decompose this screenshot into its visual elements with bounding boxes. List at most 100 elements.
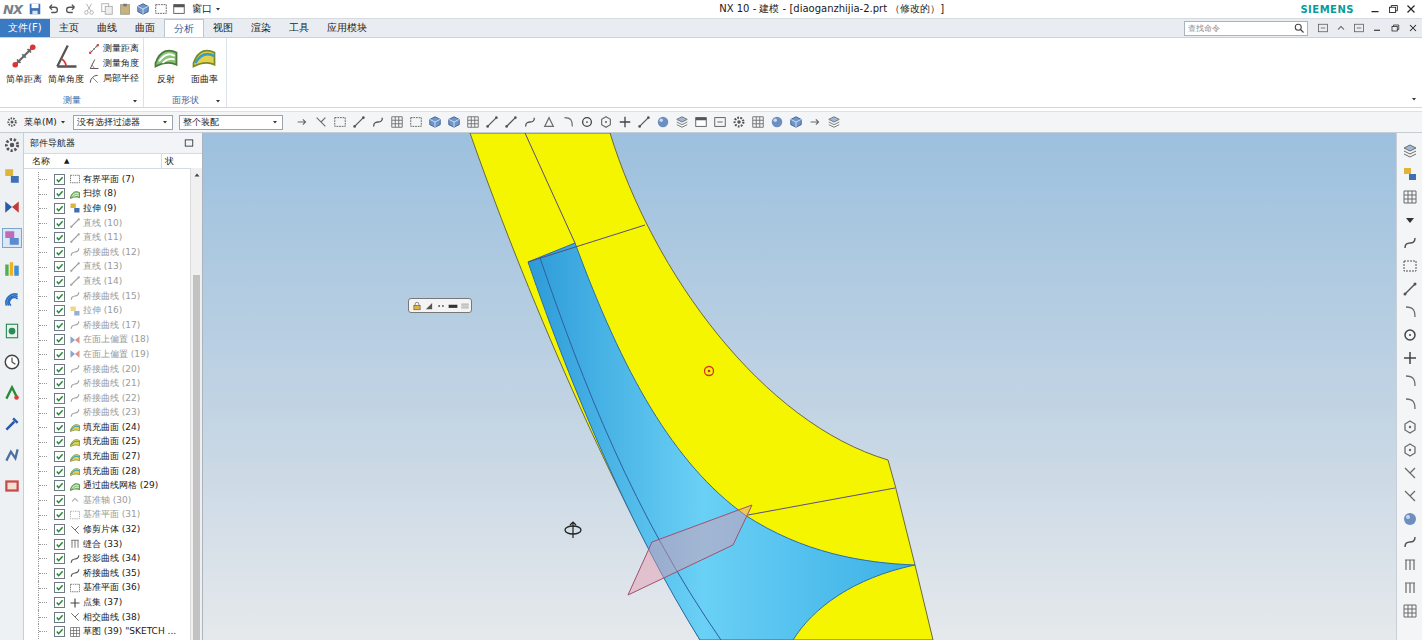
graphics-viewport[interactable] [203,133,1396,640]
group-expand-icon[interactable] [131,97,139,105]
clock-icon[interactable] [3,353,21,371]
ribbon-tab[interactable]: 曲线 [88,19,126,37]
bars-icon[interactable] [1402,557,1418,573]
close-icon[interactable] [1404,2,1418,16]
visibility-checkbox[interactable] [54,349,65,360]
command-search-input[interactable] [1185,22,1293,34]
tree-row[interactable]: 缝合 (33) [24,537,190,552]
tree-row[interactable]: 填充曲面 (27) [24,449,190,464]
visibility-checkbox[interactable] [54,568,65,579]
visibility-checkbox[interactable] [54,612,65,623]
save-icon[interactable] [28,2,42,16]
visibility-checkbox[interactable] [54,626,65,637]
gear-icon[interactable] [732,115,746,129]
tree-row[interactable]: 在面上偏置 (19) [24,347,190,362]
visibility-checkbox[interactable] [54,291,65,302]
grid-icon[interactable] [1402,603,1418,619]
group-expand-icon[interactable] [214,97,222,105]
tree-row[interactable]: 有界平面 (7) [24,172,190,187]
curve-icon[interactable] [371,115,385,129]
visibility-checkbox[interactable] [54,320,65,331]
grid-icon[interactable] [1402,189,1418,205]
visibility-checkbox[interactable] [54,232,65,243]
win-icon[interactable] [172,2,186,16]
select-icon[interactable] [409,115,423,129]
cube-icon[interactable] [789,115,803,129]
grid-icon[interactable] [466,115,480,129]
ribbon-tab[interactable]: 曲面 [126,19,164,37]
circle-icon[interactable] [1402,327,1418,343]
tree-row[interactable]: 相交曲线 (38) [24,610,190,625]
ribbon-tab[interactable]: 主页 [50,19,88,37]
assembly-icon[interactable] [3,167,21,185]
visibility-checkbox[interactable] [54,466,65,477]
plus-icon[interactable] [618,115,632,129]
corner-icon[interactable] [1402,304,1418,320]
curve-icon[interactable] [523,115,537,129]
visibility-checkbox[interactable] [54,597,65,608]
line-icon[interactable] [1402,281,1418,297]
ribbon-tab[interactable]: 分析 [164,19,204,37]
visibility-checkbox[interactable] [54,451,65,462]
yellow-surface[interactable] [470,133,933,640]
circle-icon[interactable] [580,115,594,129]
search-icon[interactable] [1293,22,1305,34]
visibility-checkbox[interactable] [54,218,65,229]
select-icon[interactable] [154,2,168,16]
help-icon[interactable] [1353,22,1365,34]
visibility-checkbox[interactable] [54,524,65,535]
visibility-checkbox[interactable] [54,247,65,258]
line-icon[interactable] [485,115,499,129]
trimx-icon[interactable] [1402,465,1418,481]
tree-row[interactable]: 基准轴 (30) [24,493,190,508]
cube-icon[interactable] [136,2,150,16]
tree-row[interactable]: 桥接曲线 (20) [24,362,190,377]
win-icon[interactable] [694,115,708,129]
gear-icon[interactable] [3,136,21,154]
window-menu[interactable]: 窗口 [192,2,222,16]
visibility-checkbox[interactable] [54,276,65,287]
tree-row[interactable]: 草图 (39) "SKETCH ... [24,624,190,639]
tree-row[interactable]: 桥接曲线 (12) [24,245,190,260]
tree-row[interactable]: 直线 (10) [24,216,190,231]
roles-icon[interactable] [3,260,21,278]
cube-icon[interactable] [447,115,461,129]
help-icon[interactable] [713,115,727,129]
ribbon-small-button[interactable]: 测量角度 [88,57,139,70]
tree-row[interactable]: 桥接曲线 (35) [24,566,190,581]
hexagon-icon[interactable] [1402,419,1418,435]
column-header[interactable]: 状 [162,154,190,168]
sphere-icon[interactable] [1402,511,1418,527]
redo-icon[interactable] [64,2,78,16]
selection-filter-dropdown[interactable]: 没有选择过滤器 [73,115,173,130]
ribbon-large-button[interactable]: 反射 [148,41,184,87]
blue-surface[interactable] [528,243,915,640]
layer-icon[interactable] [827,115,841,129]
bars-icon[interactable] [1402,580,1418,596]
tree-row[interactable]: 在面上偏置 (18) [24,333,190,348]
cube-icon[interactable] [428,115,442,129]
hd-icon[interactable] [3,446,21,464]
corner-icon[interactable] [561,115,575,129]
file-menu-button[interactable]: 文件(F) [0,19,50,37]
sphere-icon[interactable] [656,115,670,129]
visibility-checkbox[interactable] [54,480,65,491]
dots-icon[interactable] [436,301,446,311]
cut-icon[interactable] [82,2,96,16]
trimx-icon[interactable] [1402,488,1418,504]
tree-row[interactable]: 扫掠 (8) [24,187,190,202]
triangle-icon[interactable] [542,115,556,129]
doc-icon[interactable] [3,322,21,340]
curve-icon[interactable] [1402,235,1418,251]
line-icon[interactable] [637,115,651,129]
tree-row[interactable]: 桥接曲线 (23) [24,406,190,421]
visibility-checkbox[interactable] [54,364,65,375]
navigator-icon[interactable] [3,229,21,247]
visibility-checkbox[interactable] [54,203,65,214]
ribbon-small-button[interactable]: 测量距离 [88,42,139,55]
constraint-icon[interactable] [3,198,21,216]
arrow-icon[interactable] [808,115,822,129]
tree-row[interactable]: 拉伸 (9) [24,201,190,216]
tree-row[interactable]: 通过曲线网格 (29) [24,478,190,493]
hexagon-icon[interactable] [1402,442,1418,458]
